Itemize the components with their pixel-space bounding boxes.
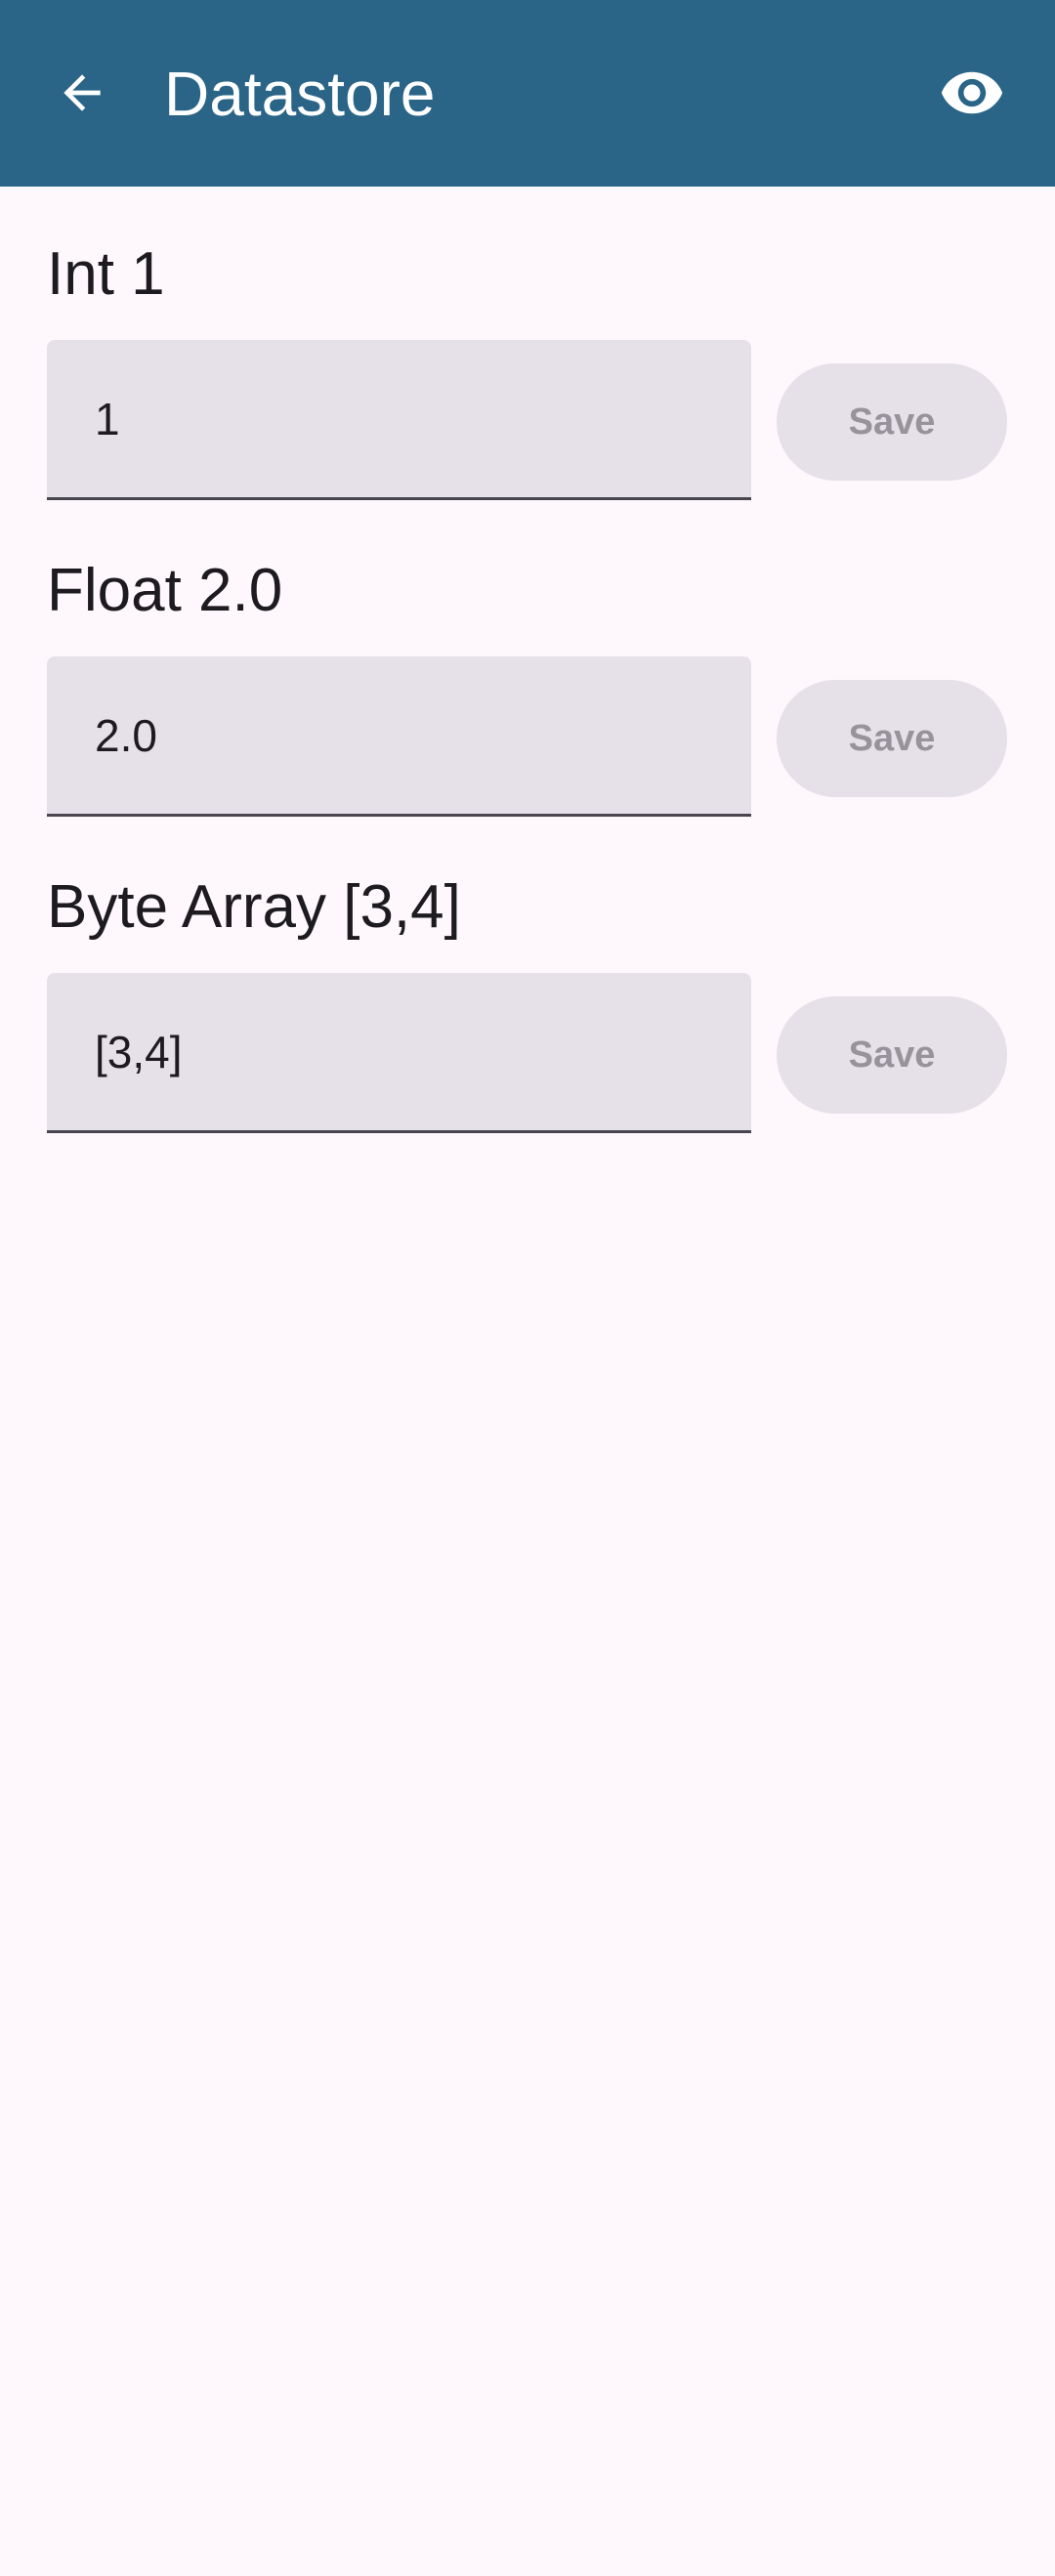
page-title: Datastore (164, 59, 436, 129)
arrow-back-icon (63, 74, 101, 111)
save-byte-array-button[interactable]: Save (777, 996, 1007, 1114)
byte-array-section-label: Byte Array [3,4] (47, 873, 461, 941)
float-input[interactable] (95, 656, 720, 814)
float-field[interactable] (47, 656, 751, 817)
byte-array-field[interactable] (47, 973, 751, 1133)
view-button[interactable] (929, 50, 1015, 136)
save-float-button[interactable]: Save (777, 680, 1007, 797)
top-app-bar: Datastore (0, 0, 1055, 187)
save-int-button[interactable]: Save (777, 363, 1007, 481)
eye-icon (941, 71, 1003, 114)
int-input[interactable] (95, 340, 720, 497)
back-button[interactable] (39, 50, 125, 136)
byte-array-input[interactable] (95, 973, 720, 1130)
int-field[interactable] (47, 340, 751, 500)
int-section-label: Int 1 (47, 240, 165, 308)
float-section-label: Float 2.0 (47, 557, 283, 624)
